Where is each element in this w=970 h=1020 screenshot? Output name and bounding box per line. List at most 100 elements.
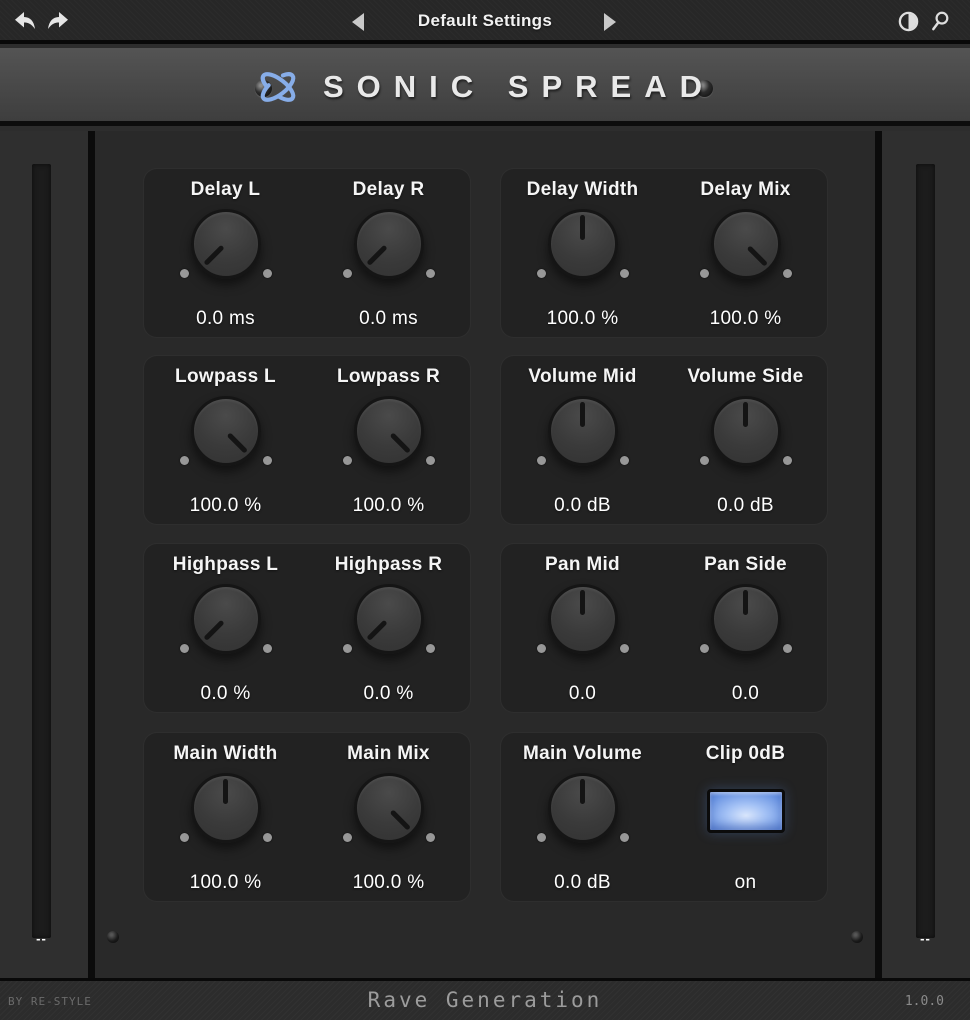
preset-name[interactable]: Default Settings: [0, 0, 970, 42]
knob-delay-l[interactable]: [151, 203, 301, 299]
clip-toggle-button[interactable]: [707, 789, 785, 833]
knob-max-dot: [426, 833, 435, 842]
knob-min-dot: [537, 644, 546, 653]
knob-main-mix[interactable]: [314, 767, 464, 863]
preset-next-button[interactable]: [604, 13, 616, 31]
knob-max-dot: [620, 269, 629, 278]
knob-face: [354, 584, 424, 654]
knob-pan-side[interactable]: [671, 578, 821, 674]
left-meter-value: --: [32, 931, 51, 946]
knob-label: Pan Side: [704, 552, 787, 578]
right-meter-value: --: [916, 931, 935, 946]
knob-value: 100.0 %: [710, 308, 782, 330]
knob-max-dot: [426, 644, 435, 653]
delay-width-mix-group: Delay Width 100.0 % Delay Mix: [500, 168, 828, 338]
knob-max-dot: [263, 644, 272, 653]
knob-value: 100.0 %: [353, 872, 425, 894]
knob-value: 100.0 %: [353, 495, 425, 517]
clip-state-value: on: [735, 872, 757, 894]
knob-cell: Main Mix 100.0 %: [307, 733, 470, 901]
knob-main-volume[interactable]: [508, 767, 658, 863]
knob-min-dot: [537, 269, 546, 278]
knob-cell: Delay Mix 100.0 %: [664, 169, 827, 337]
clip-cell: Clip 0dB on: [664, 733, 827, 901]
knob-pointer: [743, 590, 748, 615]
knob-min-dot: [343, 833, 352, 842]
knob-pointer: [390, 432, 411, 453]
knob-face: [354, 773, 424, 843]
knob-delay-width[interactable]: [508, 203, 658, 299]
knob-value: 0.0 %: [200, 683, 250, 705]
knob-pointer: [390, 809, 411, 830]
left-meter-column: --: [0, 131, 88, 978]
footer-bar: BY RE-STYLE Rave Generation 1.0.0: [0, 978, 970, 1020]
knob-min-dot: [537, 833, 546, 842]
highpass-group: Highpass L 0.0 % Highpass R 0.: [143, 543, 471, 713]
knob-face: [548, 584, 618, 654]
plugin-title: SONIC SPREAD: [323, 69, 715, 105]
knob-pointer: [580, 215, 585, 240]
knob-highpass-l[interactable]: [151, 578, 301, 674]
knob-cell: Volume Side 0.0 dB: [664, 356, 827, 524]
knob-max-dot: [783, 456, 792, 465]
knob-min-dot: [180, 269, 189, 278]
knob-max-dot: [263, 269, 272, 278]
knob-min-dot: [343, 456, 352, 465]
knob-cell: Highpass R 0.0 %: [307, 544, 470, 712]
knob-min-dot: [180, 644, 189, 653]
knob-pointer: [227, 432, 248, 453]
knob-cell: Delay L 0.0 ms: [144, 169, 307, 337]
knob-pointer: [580, 590, 585, 615]
knob-cell: Main Volume 0.0 dB: [501, 733, 664, 901]
brand: SONIC SPREAD: [0, 48, 970, 126]
knob-max-dot: [426, 456, 435, 465]
knob-min-dot: [700, 644, 709, 653]
clip-label: Clip 0dB: [706, 741, 785, 767]
volume-mid-side-group: Volume Mid 0.0 dB Volume Side: [500, 355, 828, 525]
knob-face: [548, 396, 618, 466]
knob-value: 0.0: [732, 683, 759, 705]
knob-face: [548, 773, 618, 843]
knob-label: Volume Mid: [528, 364, 636, 390]
screw-icon: [851, 931, 863, 943]
knob-value: 0.0 ms: [359, 308, 418, 330]
right-level-meter: [916, 164, 935, 938]
knob-main-width[interactable]: [151, 767, 301, 863]
knob-cell: Main Width 100.0 %: [144, 733, 307, 901]
knob-pointer: [743, 402, 748, 427]
knob-highpass-r[interactable]: [314, 578, 464, 674]
knob-label: Main Volume: [523, 741, 642, 767]
knob-face: [711, 584, 781, 654]
knob-cell: Pan Mid 0.0: [501, 544, 664, 712]
product-name: Rave Generation: [0, 988, 970, 1012]
knob-delay-mix[interactable]: [671, 203, 821, 299]
main-volume-clip-group: Main Volume 0.0 dB Clip 0dB on: [500, 732, 828, 902]
knob-lowpass-l[interactable]: [151, 390, 301, 486]
knob-label: Delay Width: [527, 177, 639, 203]
knob-cell: Lowpass R 100.0 %: [307, 356, 470, 524]
left-level-meter: [32, 164, 51, 938]
knob-face: [191, 209, 261, 279]
knob-pointer: [366, 620, 387, 641]
knob-value: 0.0 %: [363, 683, 413, 705]
knob-lowpass-r[interactable]: [314, 390, 464, 486]
knob-face: [191, 396, 261, 466]
knob-min-dot: [180, 833, 189, 842]
knob-volume-mid[interactable]: [508, 390, 658, 486]
knob-min-dot: [700, 269, 709, 278]
magnifier-icon[interactable]: [929, 10, 952, 33]
knob-face: [191, 773, 261, 843]
knob-value: 0.0: [569, 683, 596, 705]
controls-panel: Delay L 0.0 ms Delay R 0.0 ms: [95, 131, 875, 978]
knob-pan-mid[interactable]: [508, 578, 658, 674]
main-area: -- Delay L 0.0 ms Delay R: [0, 131, 970, 978]
contrast-icon[interactable]: [897, 10, 920, 33]
knob-value: 100.0 %: [547, 308, 619, 330]
knob-volume-side[interactable]: [671, 390, 821, 486]
sonic-spread-plugin-window: Default Settings: [0, 0, 970, 1020]
knob-min-dot: [343, 644, 352, 653]
knob-delay-r[interactable]: [314, 203, 464, 299]
knob-cell: Pan Side 0.0: [664, 544, 827, 712]
delay-lr-group: Delay L 0.0 ms Delay R 0.0 ms: [143, 168, 471, 338]
knob-face: [354, 396, 424, 466]
